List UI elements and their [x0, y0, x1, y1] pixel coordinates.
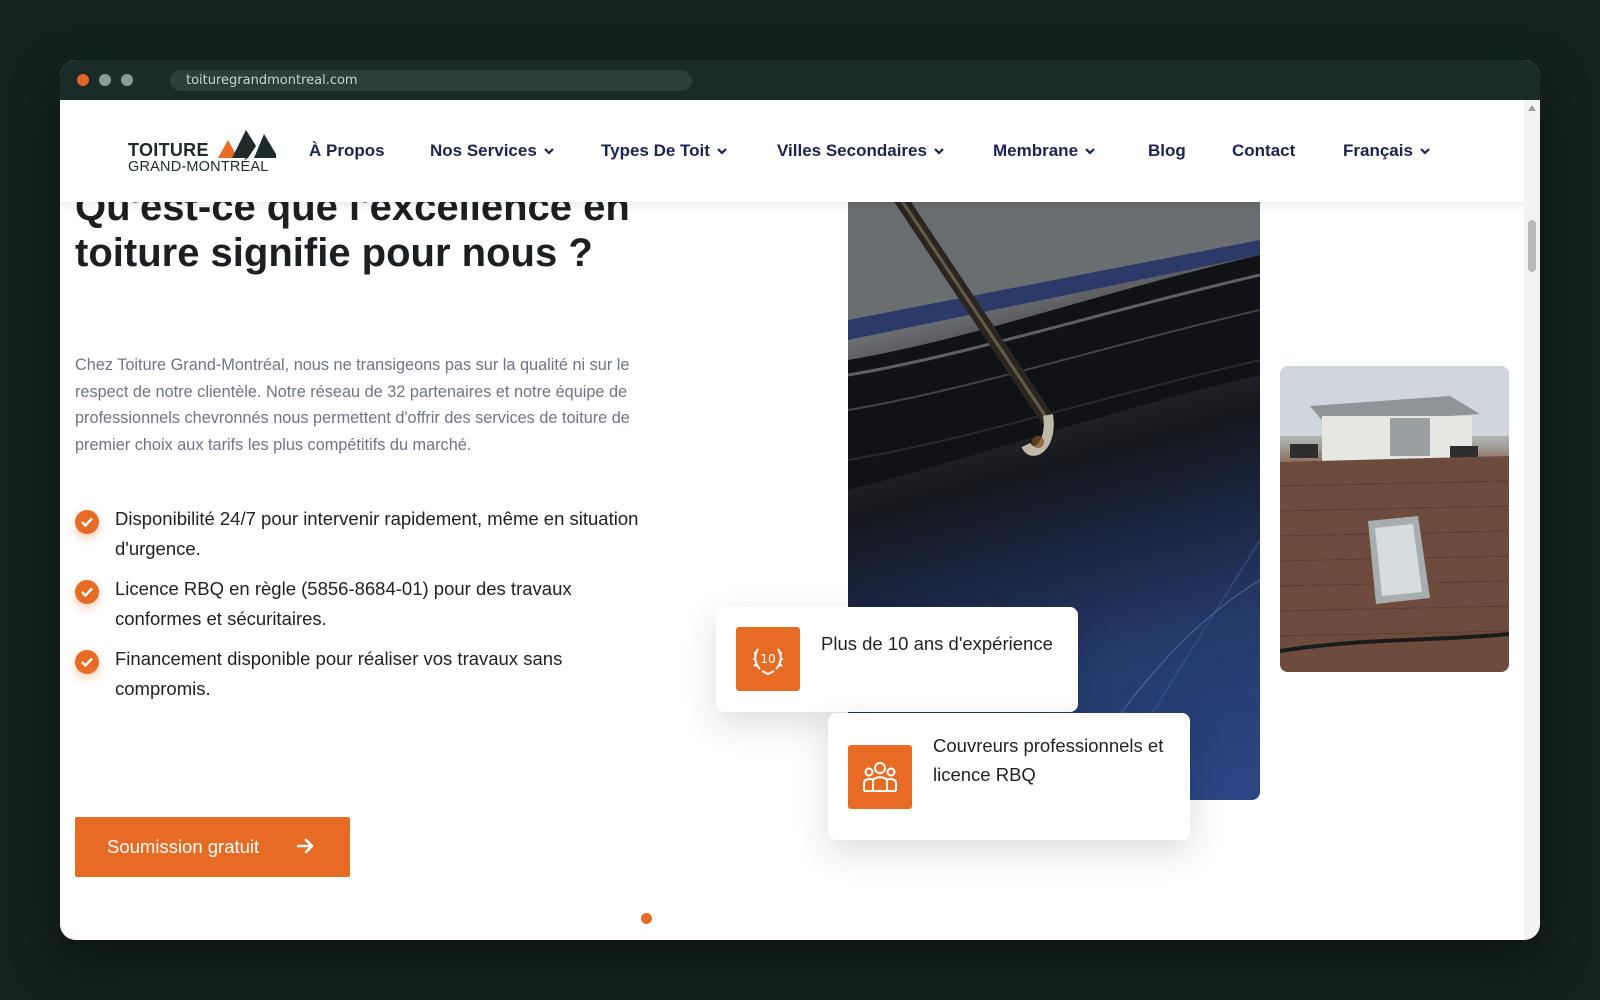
address-bar[interactable]: toituregrandmontreal.com	[170, 70, 692, 91]
experience-card: 10 Plus de 10 ans d'expérience	[716, 607, 1078, 712]
chevron-down-icon	[1420, 148, 1430, 155]
close-window-button[interactable]	[77, 74, 89, 86]
feature-text: Disponibilité 24/7 pour intervenir rapid…	[115, 508, 639, 559]
badge-number: 10	[760, 652, 775, 666]
nav-label: Français	[1343, 141, 1413, 160]
nav-item-a-propos[interactable]: À Propos	[309, 140, 385, 162]
professionals-card: Couvreurs professionnels et licence RBQ	[828, 713, 1190, 840]
nav-item-membrane[interactable]: Membrane	[993, 140, 1096, 162]
browser-window: toituregrandmontreal.com TOITURE GRAND-M…	[60, 60, 1540, 940]
nav-item-contact[interactable]: Contact	[1232, 140, 1295, 162]
feature-text: Financement disponible pour réaliser vos…	[115, 648, 563, 699]
scrollbar-thumb[interactable]	[1528, 220, 1536, 272]
logo-roof-mark-icon	[218, 130, 276, 158]
cta-label: Soumission gratuit	[107, 836, 260, 857]
nav-label: Types De Toit	[601, 141, 710, 160]
list-item: Licence RBQ en règle (5856-8684-01) pour…	[75, 574, 650, 634]
nav-item-villes-secondaires[interactable]: Villes Secondaires	[777, 140, 945, 162]
nav-label: À Propos	[309, 141, 385, 160]
chevron-down-icon	[717, 148, 727, 155]
check-icon	[75, 650, 99, 674]
experience-card-text: Plus de 10 ans d'expérience	[821, 633, 1053, 654]
professionals-card-text: Couvreurs professionnels et licence RBQ	[933, 735, 1164, 785]
chevron-down-icon	[544, 148, 554, 155]
nav-item-types-de-toit[interactable]: Types De Toit	[601, 140, 728, 162]
nav-label: Villes Secondaires	[777, 141, 927, 160]
ten-years-laurel-icon: 10	[736, 627, 800, 691]
intro-paragraph: Chez Toiture Grand-Montréal, nous ne tra…	[75, 356, 630, 454]
nav-label: Contact	[1232, 141, 1296, 160]
check-icon	[75, 580, 99, 604]
feature-list: Disponibilité 24/7 pour intervenir rapid…	[75, 504, 650, 714]
nav-label: Blog	[1148, 141, 1186, 160]
browser-titlebar: toituregrandmontreal.com	[60, 60, 1540, 100]
shingle-roof-skylight-photo	[1280, 366, 1509, 672]
nav-item-nos-services[interactable]: Nos Services	[430, 140, 555, 162]
logo-wordmark-bottom: GRAND-MONTRÉAL	[128, 159, 269, 175]
nav-label: Nos Services	[430, 141, 537, 160]
site-header: TOITURE GRAND-MONTRÉAL À Propos Nos Serv…	[60, 100, 1524, 202]
site-logo[interactable]: TOITURE GRAND-MONTRÉAL	[128, 128, 278, 176]
check-icon	[75, 510, 99, 534]
maximize-window-button[interactable]	[121, 74, 133, 86]
chevron-down-icon	[1085, 148, 1095, 155]
scroll-up-arrow-icon[interactable]	[1528, 105, 1536, 111]
page-viewport: TOITURE GRAND-MONTRÉAL À Propos Nos Serv…	[60, 100, 1524, 940]
nav-label: Membrane	[993, 141, 1079, 160]
nav-item-language[interactable]: Français	[1343, 140, 1431, 162]
arrow-right-icon	[297, 838, 314, 854]
free-quote-button[interactable]: Soumission gratuit	[75, 817, 350, 877]
minimize-window-button[interactable]	[99, 74, 111, 86]
list-item: Disponibilité 24/7 pour intervenir rapid…	[75, 504, 650, 564]
page-scrollbar[interactable]	[1524, 100, 1540, 940]
nav-item-blog[interactable]: Blog	[1148, 140, 1186, 162]
carousel-dot[interactable]	[641, 913, 652, 924]
logo-wordmark-top: TOITURE	[128, 140, 209, 160]
chevron-down-icon	[934, 148, 944, 155]
team-icon	[848, 745, 912, 809]
feature-text: Licence RBQ en règle (5856-8684-01) pour…	[115, 578, 572, 629]
list-item: Financement disponible pour réaliser vos…	[75, 644, 650, 704]
